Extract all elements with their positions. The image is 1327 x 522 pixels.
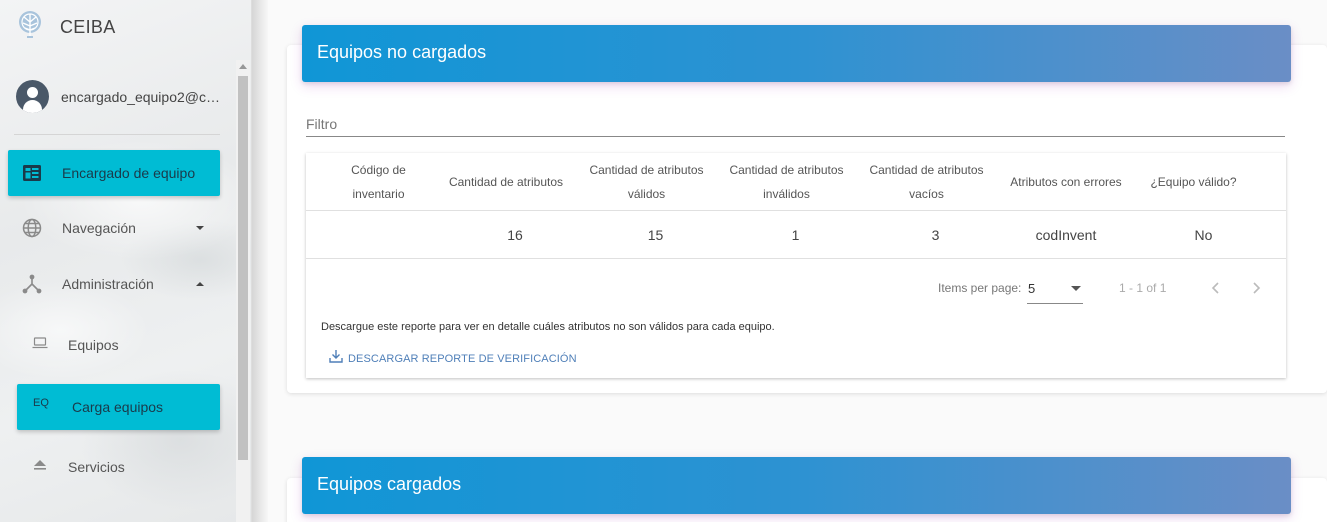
sidebar-item-encargado-de-equipo[interactable]: Encargado de equipo	[8, 150, 220, 196]
scrollbar-thumb[interactable]	[238, 76, 248, 460]
chevron-down-icon	[196, 226, 204, 230]
equipment-table: Código de inventario Cantidad de atribut…	[306, 153, 1286, 378]
cell-equipment-valid: No	[1194, 227, 1213, 243]
column-header[interactable]: Cantidad de atributos inválidos	[724, 153, 849, 211]
cell-error-attributes: codInvent	[1035, 227, 1097, 243]
sidebar-item-label: Carga equipos	[72, 399, 164, 415]
hub-icon	[22, 274, 42, 294]
sidebar-item-label: Encargado de equipo	[62, 165, 196, 181]
not-loaded-card-header: Equipos no cargados	[302, 25, 1291, 82]
download-report-label: DESCARGAR REPORTE DE VERIFICACIÓN	[348, 352, 577, 365]
sidebar: CEIBA encargado_equipo2@ceiba Encargado …	[0, 0, 252, 522]
column-header[interactable]: Cantidad de atributos válidos	[584, 153, 709, 211]
sidebar-item-navegacion[interactable]: Navegación	[22, 216, 212, 240]
user-email: encargado_equipo2@ceiba	[61, 88, 223, 105]
sidebar-scrollbar[interactable]	[236, 60, 250, 522]
column-header[interactable]: Cantidad de atributos	[441, 153, 571, 211]
chevron-up-icon	[196, 282, 204, 286]
next-page-button[interactable]	[1242, 274, 1270, 302]
page-size-value: 5	[1028, 281, 1036, 296]
column-header[interactable]: ¿Equipo válido?	[1141, 153, 1246, 211]
sidebar-item-servicios[interactable]: Servicios	[32, 455, 212, 479]
carga-equipos-abbr: EQ	[33, 397, 49, 409]
table-row[interactable]: 16 15 1 3 codInvent No	[306, 211, 1286, 259]
sidebar-divider	[14, 134, 220, 135]
globe-icon	[22, 218, 42, 238]
sidebar-item-label: Equipos	[68, 337, 119, 353]
items-per-page-label: Items per page:	[938, 281, 1022, 295]
page-size-select[interactable]: 5	[1027, 278, 1083, 304]
column-header[interactable]: Atributos con errores	[1001, 153, 1131, 211]
loaded-title: Equipos cargados	[317, 474, 462, 494]
cell-empty-count: 3	[931, 227, 940, 243]
ceiba-tree-logo-icon	[14, 9, 46, 46]
chevron-right-icon	[1253, 282, 1261, 294]
page-range-label: 1 - 1 of 1	[1119, 281, 1167, 295]
laptop-icon	[32, 335, 48, 355]
avatar-icon	[16, 80, 49, 113]
eject-icon	[32, 457, 48, 477]
dashboard-icon	[22, 163, 42, 183]
paginator: Items per page: 5 1 - 1 of 1	[306, 260, 1286, 316]
table-header-row: Código de inventario Cantidad de atribut…	[306, 153, 1286, 211]
not-loaded-title: Equipos no cargados	[317, 42, 487, 62]
sidebar-background	[0, 0, 251, 522]
chevron-left-icon	[1211, 282, 1219, 294]
sidebar-item-carga-equipos[interactable]: EQ Carga equipos	[17, 384, 220, 430]
user-profile[interactable]: encargado_equipo2@ceiba	[16, 80, 223, 113]
sidebar-item-label: Navegación	[62, 220, 136, 236]
previous-page-button[interactable]	[1202, 274, 1230, 302]
loaded-card-header: Equipos cargados	[302, 457, 1291, 514]
sidebar-item-label: Servicios	[68, 459, 125, 475]
column-header[interactable]: Cantidad de atributos vacíos	[864, 153, 989, 211]
cell-attribute-count: 16	[507, 227, 523, 243]
scroll-up-arrow-icon[interactable]	[239, 64, 247, 69]
app-name: CEIBA	[60, 16, 116, 37]
not-loaded-card: Código de inventario Cantidad de atribut…	[287, 45, 1327, 393]
sidebar-shadow	[252, 0, 268, 522]
cell-valid-count: 15	[647, 227, 664, 243]
cell-invalid-count: 1	[791, 227, 800, 243]
report-note: Descargue este reporte para ver en detal…	[321, 321, 775, 333]
column-header[interactable]: Código de inventario	[336, 153, 421, 211]
filter-field[interactable]	[306, 108, 1285, 137]
cell-inventory-code	[336, 211, 421, 259]
sidebar-item-administracion[interactable]: Administración	[22, 272, 212, 296]
filter-input[interactable]	[306, 108, 1285, 132]
main-content: Código de inventario Cantidad de atribut…	[268, 0, 1327, 522]
sidebar-item-label: Administración	[62, 276, 154, 292]
brand[interactable]: CEIBA	[14, 10, 116, 44]
download-icon	[328, 348, 344, 369]
sidebar-item-equipos[interactable]: Equipos	[32, 333, 212, 357]
download-report-button[interactable]: DESCARGAR REPORTE DE VERIFICACIÓN	[328, 348, 577, 369]
dropdown-caret-icon	[1071, 286, 1081, 291]
